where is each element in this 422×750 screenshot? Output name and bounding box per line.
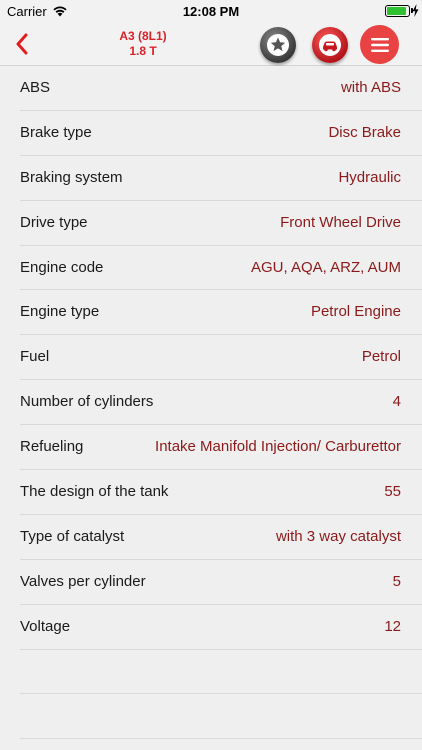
spec-row-catalyst-type: Type of catalyst with 3 way catalyst: [0, 514, 422, 560]
battery-icon: [385, 5, 410, 17]
spec-value: 5: [392, 572, 401, 590]
spec-label: Number of cylinders: [20, 393, 154, 411]
empty-row: [0, 694, 422, 740]
spec-label: Brake type: [20, 123, 92, 141]
spec-value: Intake Manifold Injection/ Carburettor: [155, 438, 401, 456]
spec-value: Petrol Engine: [310, 303, 401, 321]
spec-value: 12: [384, 617, 401, 635]
vehicle-model: A3 (8L1): [119, 29, 167, 43]
spec-label: Engine code: [20, 258, 104, 276]
spec-row-brake-type: Brake type Disc Brake: [0, 110, 422, 156]
spec-value: Petrol: [361, 348, 401, 366]
spec-value: with 3 way catalyst: [275, 527, 401, 545]
charging-bolt-icon: [412, 4, 419, 17]
spec-label: Voltage: [20, 617, 71, 635]
spec-row-braking-system: Braking system Hydraulic: [0, 155, 422, 201]
vehicle-button[interactable]: [312, 27, 348, 63]
spec-row-valves-per-cylinder: Valves per cylinder 5: [0, 559, 422, 605]
spec-row-engine-type: Engine type Petrol Engine: [0, 290, 422, 336]
status-bar: Carrier 12:08 PM: [0, 0, 422, 22]
spec-label: Engine type: [20, 303, 100, 321]
spec-row-number-of-cylinders: Number of cylinders 4: [0, 380, 422, 426]
spec-label: Drive type: [20, 213, 88, 231]
back-button[interactable]: [8, 30, 36, 58]
car-icon: [319, 34, 341, 56]
menu-button[interactable]: [360, 25, 399, 64]
spec-row-voltage: Voltage 12: [0, 604, 422, 650]
spec-row-engine-code: Engine code AGU, AQA, ARZ, AUM: [0, 245, 422, 291]
spec-value: Hydraulic: [338, 168, 401, 186]
spec-label: Type of catalyst: [20, 527, 125, 545]
spec-value: 55: [384, 483, 401, 501]
favorite-button[interactable]: [260, 27, 296, 63]
star-icon: [267, 34, 289, 56]
spec-label: ABS: [20, 79, 51, 96]
vehicle-engine: 1.8 T: [129, 44, 157, 58]
spec-row-fuel: Fuel Petrol: [0, 335, 422, 381]
spec-value: Disc Brake: [328, 123, 401, 141]
chevron-left-icon: [16, 33, 28, 55]
battery-level: [387, 7, 406, 15]
spec-label: The design of the tank: [20, 483, 169, 501]
spec-value: 4: [392, 393, 401, 411]
clock-time: 12:08 PM: [182, 4, 240, 19]
spec-list: ABS with ABS Brake type Disc Brake Braki…: [0, 66, 422, 740]
spec-value: AGU, AQA, ARZ, AUM: [250, 258, 401, 276]
spec-label: Braking system: [20, 168, 123, 186]
empty-row: [0, 649, 422, 695]
spec-label: Valves per cylinder: [20, 572, 146, 590]
spec-value: Front Wheel Drive: [280, 213, 401, 231]
spec-label: Refueling: [20, 438, 84, 456]
vehicle-title: A3 (8L1) 1.8 T: [90, 29, 196, 59]
spec-label: Fuel: [20, 348, 50, 366]
spec-value: with ABS: [340, 79, 401, 96]
spec-row-abs: ABS with ABS: [0, 66, 422, 111]
spec-row-refueling: Refueling Intake Manifold Injection/ Car…: [0, 425, 422, 471]
hamburger-menu-icon: [370, 37, 389, 52]
spec-row-tank-design: The design of the tank 55: [0, 470, 422, 515]
navigation-bar: A3 (8L1) 1.8 T: [0, 22, 422, 66]
spec-row-drive-type: Drive type Front Wheel Drive: [0, 200, 422, 246]
